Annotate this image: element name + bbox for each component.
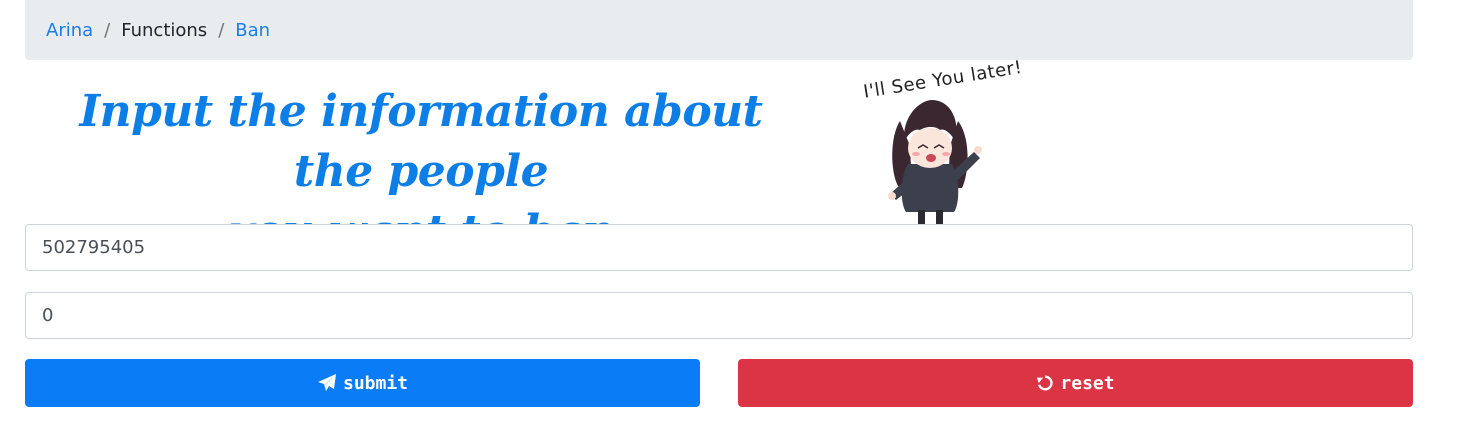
- undo-icon: [1037, 375, 1054, 391]
- ban-value-input[interactable]: [25, 292, 1413, 339]
- anime-girl-icon: [888, 100, 982, 224]
- user-id-input[interactable]: [25, 224, 1413, 271]
- breadcrumb-separator: /: [218, 19, 225, 41]
- reset-label: reset: [1060, 372, 1115, 394]
- breadcrumb: Arina / Functions / Ban: [25, 0, 1413, 60]
- submit-button[interactable]: submit: [25, 359, 700, 407]
- breadcrumb-item-ban[interactable]: Ban: [235, 20, 270, 41]
- reset-button[interactable]: reset: [738, 359, 1413, 407]
- paper-plane-icon: [317, 374, 336, 391]
- anime-girl-sticker: I'll See You later!: [850, 57, 1030, 226]
- submit-label: submit: [342, 372, 409, 394]
- breadcrumb-item-arina[interactable]: Arina: [46, 20, 93, 41]
- page-title-line-1: Input the information about the people: [79, 86, 763, 197]
- breadcrumb-item-functions: Functions: [121, 19, 208, 41]
- breadcrumb-separator: /: [104, 19, 111, 41]
- page: Arina / Functions / Ban Input the inform…: [0, 0, 1457, 424]
